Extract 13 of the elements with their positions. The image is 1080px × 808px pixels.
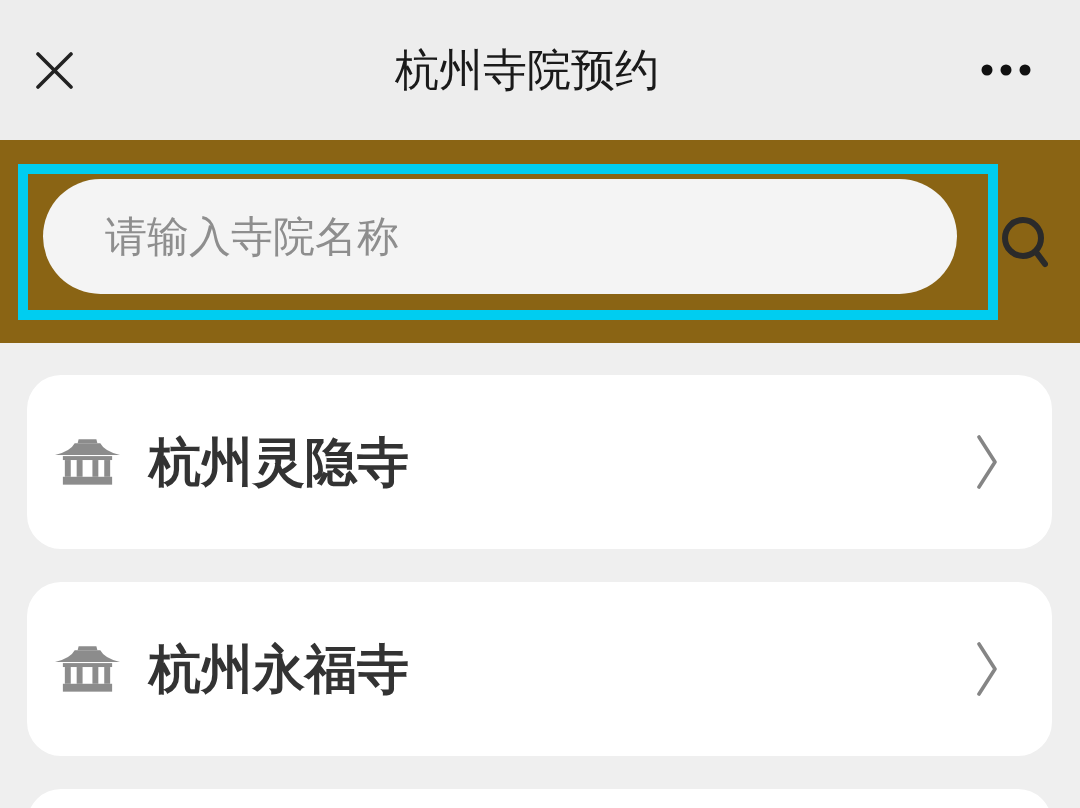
close-icon[interactable] bbox=[36, 51, 73, 89]
temple-name: 杭州灵隐寺 bbox=[149, 431, 409, 494]
chevron-right-icon bbox=[977, 642, 997, 696]
temple-name: 杭州永福寺 bbox=[149, 638, 409, 701]
temple-list-item[interactable]: 杭州灵隐寺 bbox=[27, 375, 1052, 549]
temple-icon bbox=[55, 439, 120, 485]
page-title: 杭州寺院预约 bbox=[395, 43, 659, 97]
temple-list-item[interactable]: 杭州永福寺 bbox=[27, 582, 1052, 756]
search-icon[interactable] bbox=[1002, 215, 1048, 268]
temple-icon bbox=[55, 646, 120, 692]
more-icon[interactable] bbox=[981, 64, 1031, 76]
chevron-right-icon bbox=[977, 435, 997, 489]
search-field[interactable]: 请输入寺院名称 bbox=[43, 178, 957, 294]
